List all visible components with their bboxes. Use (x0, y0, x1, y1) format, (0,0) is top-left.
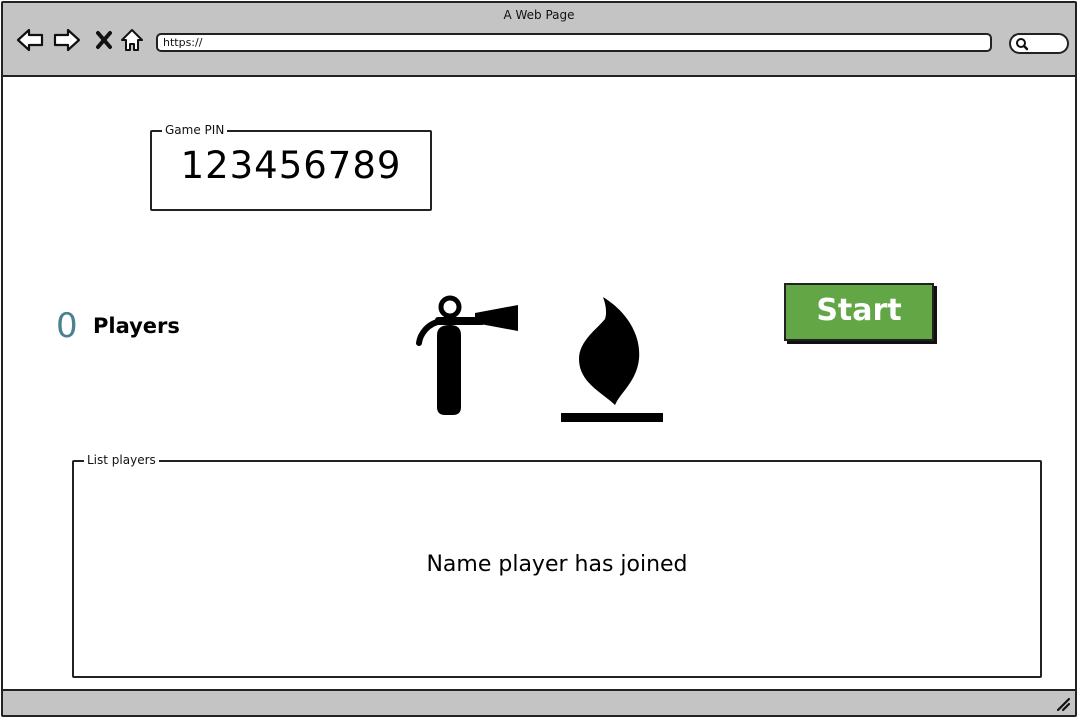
arrow-right-icon[interactable] (52, 25, 82, 55)
arrow-left-icon[interactable] (15, 25, 45, 55)
status-bar (3, 689, 1075, 715)
fire-extinguisher-icon (416, 295, 518, 415)
list-players-box: List players Name player has joined (72, 453, 1042, 678)
url-input[interactable] (156, 33, 992, 52)
resize-grip-icon[interactable] (1055, 696, 1071, 712)
browser-toolbar: A Web Page (3, 3, 1075, 77)
flame-icon (561, 297, 663, 422)
start-button[interactable]: Start (784, 283, 934, 341)
player-joined-message: Name player has joined (426, 552, 688, 577)
players-label: Players (93, 314, 180, 338)
game-pin-legend: Game PIN (162, 123, 228, 137)
game-pin-box: Game PIN 123456789 (150, 123, 432, 211)
window-title: A Web Page (503, 8, 575, 22)
search-icon (1016, 38, 1029, 51)
browser-window: A Web Page https:// Game PIN 123456789 0… (1, 1, 1077, 717)
game-pin-value: 123456789 (180, 144, 402, 187)
search-button[interactable] (1009, 33, 1069, 54)
home-icon[interactable] (117, 25, 147, 55)
player-count: 0 (56, 306, 78, 346)
list-players-legend: List players (84, 453, 159, 467)
close-icon[interactable] (89, 25, 119, 55)
